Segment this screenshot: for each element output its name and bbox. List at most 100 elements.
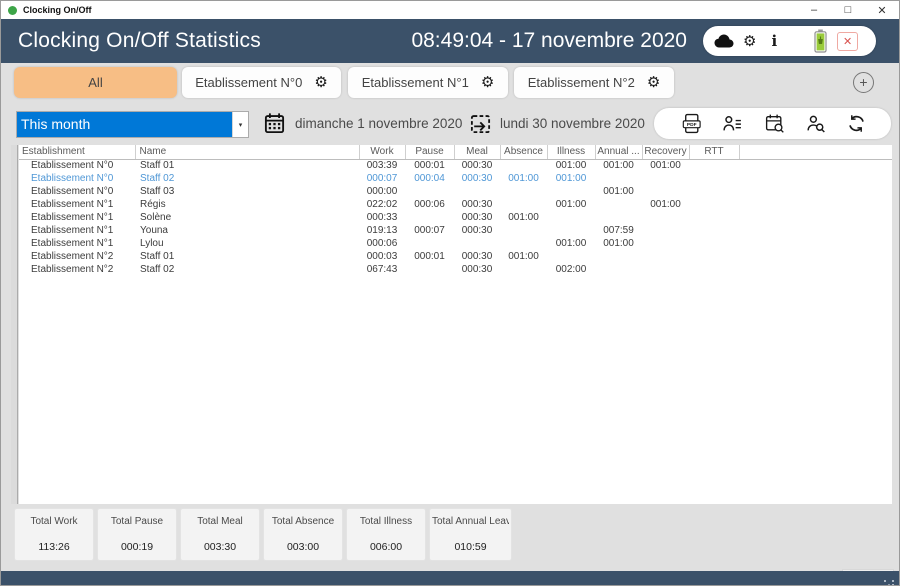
column-header-annual-leave[interactable]: Annual ... <box>595 145 642 159</box>
cell-rtt[interactable] <box>689 211 739 224</box>
cell-meal[interactable]: 000:30 <box>454 224 500 237</box>
tab-gear-icon[interactable]: ⚙ <box>481 75 494 90</box>
cell-annual-leave[interactable] <box>595 250 642 263</box>
table-row[interactable]: Etablissement N°2 Staff 01 000:03 000:01… <box>19 250 892 263</box>
cell-pause[interactable] <box>405 185 454 198</box>
cell-recovery[interactable] <box>642 224 689 237</box>
cell-annual-leave[interactable] <box>595 198 642 211</box>
cell-name[interactable]: Staff 02 <box>135 172 359 185</box>
cell-work[interactable]: 022:02 <box>359 198 405 211</box>
cell-absence[interactable] <box>500 198 547 211</box>
staff-search-icon[interactable] <box>805 113 826 134</box>
column-header-absence[interactable]: Absence <box>500 145 547 159</box>
column-header-meal[interactable]: Meal <box>454 145 500 159</box>
cell-pause[interactable] <box>405 211 454 224</box>
cell-name[interactable]: Youna <box>135 224 359 237</box>
cell-absence[interactable]: 001:00 <box>500 172 547 185</box>
cell-illness[interactable] <box>547 185 595 198</box>
cell-name[interactable]: Staff 03 <box>135 185 359 198</box>
end-date-calendar-icon[interactable] <box>469 112 494 137</box>
cell-rtt[interactable] <box>689 224 739 237</box>
table-row[interactable]: Etablissement N°1 Youna 019:13 000:07 00… <box>19 224 892 237</box>
cell-rtt[interactable] <box>689 198 739 211</box>
table-row[interactable]: Etablissement N°1 Lylou 000:06 001:00 00… <box>19 237 892 250</box>
cell-illness[interactable] <box>547 250 595 263</box>
cell-illness[interactable]: 001:00 <box>547 198 595 211</box>
cell-absence[interactable]: 001:00 <box>500 250 547 263</box>
tab-etablissement-0[interactable]: Etablissement N°0 ⚙ <box>182 67 341 98</box>
cell-establishment[interactable]: Etablissement N°1 <box>19 211 135 224</box>
cell-meal[interactable]: 000:30 <box>454 172 500 185</box>
pdf-export-icon[interactable]: PDF <box>681 113 702 134</box>
column-header-work[interactable]: Work <box>359 145 405 159</box>
maximize-button[interactable]: □ <box>831 1 865 19</box>
header-close-icon[interactable]: ✕ <box>837 32 858 51</box>
tab-gear-icon[interactable]: ⚙ <box>314 75 327 90</box>
info-icon[interactable]: i <box>771 32 777 50</box>
table-row[interactable]: Etablissement N°1 Solène 000:33 000:30 0… <box>19 211 892 224</box>
cell-recovery[interactable] <box>642 237 689 250</box>
cell-annual-leave[interactable]: 001:00 <box>595 185 642 198</box>
start-date-calendar-icon[interactable] <box>263 112 288 137</box>
cell-recovery[interactable] <box>642 172 689 185</box>
cell-annual-leave[interactable] <box>595 263 642 276</box>
cell-absence[interactable] <box>500 224 547 237</box>
cell-name[interactable]: Régis <box>135 198 359 211</box>
cell-meal[interactable] <box>454 185 500 198</box>
settings-icon[interactable]: ⚙ <box>743 34 756 49</box>
cell-absence[interactable] <box>500 159 547 172</box>
cell-illness[interactable]: 001:00 <box>547 172 595 185</box>
cell-rtt[interactable] <box>689 159 739 172</box>
cell-absence[interactable] <box>500 263 547 276</box>
cell-name[interactable]: Staff 01 <box>135 250 359 263</box>
column-header-illness[interactable]: Illness <box>547 145 595 159</box>
cell-annual-leave[interactable]: 007:59 <box>595 224 642 237</box>
cell-pause[interactable] <box>405 263 454 276</box>
cell-absence[interactable] <box>500 185 547 198</box>
calendar-search-icon[interactable] <box>764 113 785 134</box>
battery-icon[interactable] <box>814 29 827 53</box>
cell-recovery[interactable] <box>642 263 689 276</box>
cell-meal[interactable]: 000:30 <box>454 263 500 276</box>
table-row[interactable]: Etablissement N°0 Staff 02 000:07 000:04… <box>19 172 892 185</box>
cell-work[interactable]: 019:13 <box>359 224 405 237</box>
cell-pause[interactable]: 000:01 <box>405 159 454 172</box>
cell-illness[interactable]: 002:00 <box>547 263 595 276</box>
column-header-establishment[interactable]: Establishment <box>19 145 135 159</box>
cell-pause[interactable]: 000:07 <box>405 224 454 237</box>
cloud-icon[interactable] <box>712 33 736 49</box>
resize-grip[interactable] <box>884 580 886 582</box>
cell-rtt[interactable] <box>689 263 739 276</box>
add-establishment-button[interactable]: + <box>853 72 874 93</box>
cell-establishment[interactable]: Etablissement N°0 <box>19 159 135 172</box>
cell-work[interactable]: 000:33 <box>359 211 405 224</box>
cell-establishment[interactable]: Etablissement N°0 <box>19 185 135 198</box>
cell-recovery[interactable]: 001:00 <box>642 159 689 172</box>
cell-meal[interactable]: 000:30 <box>454 159 500 172</box>
cell-establishment[interactable]: Etablissement N°2 <box>19 250 135 263</box>
cell-absence[interactable] <box>500 237 547 250</box>
cell-annual-leave[interactable]: 001:00 <box>595 237 642 250</box>
cell-work[interactable]: 000:07 <box>359 172 405 185</box>
table-row[interactable]: Etablissement N°1 Régis 022:02 000:06 00… <box>19 198 892 211</box>
cell-work[interactable]: 000:00 <box>359 185 405 198</box>
cell-recovery[interactable] <box>642 250 689 263</box>
cell-name[interactable]: Lylou <box>135 237 359 250</box>
cell-work[interactable]: 000:03 <box>359 250 405 263</box>
column-header-name[interactable]: Name <box>135 145 359 159</box>
cell-work[interactable]: 067:43 <box>359 263 405 276</box>
cell-recovery[interactable] <box>642 185 689 198</box>
cell-annual-leave[interactable] <box>595 211 642 224</box>
cell-pause[interactable]: 000:06 <box>405 198 454 211</box>
close-window-button[interactable]: ✕ <box>865 1 899 19</box>
cell-establishment[interactable]: Etablissement N°2 <box>19 263 135 276</box>
minimize-button[interactable]: – <box>797 1 831 19</box>
column-header-recovery[interactable]: Recovery <box>642 145 689 159</box>
cell-recovery[interactable]: 001:00 <box>642 198 689 211</box>
table-row[interactable]: Etablissement N°0 Staff 01 003:39 000:01… <box>19 159 892 172</box>
cell-illness[interactable]: 001:00 <box>547 237 595 250</box>
refresh-icon[interactable] <box>846 113 867 134</box>
cell-name[interactable]: Staff 02 <box>135 263 359 276</box>
cell-illness[interactable] <box>547 211 595 224</box>
column-header-pause[interactable]: Pause <box>405 145 454 159</box>
